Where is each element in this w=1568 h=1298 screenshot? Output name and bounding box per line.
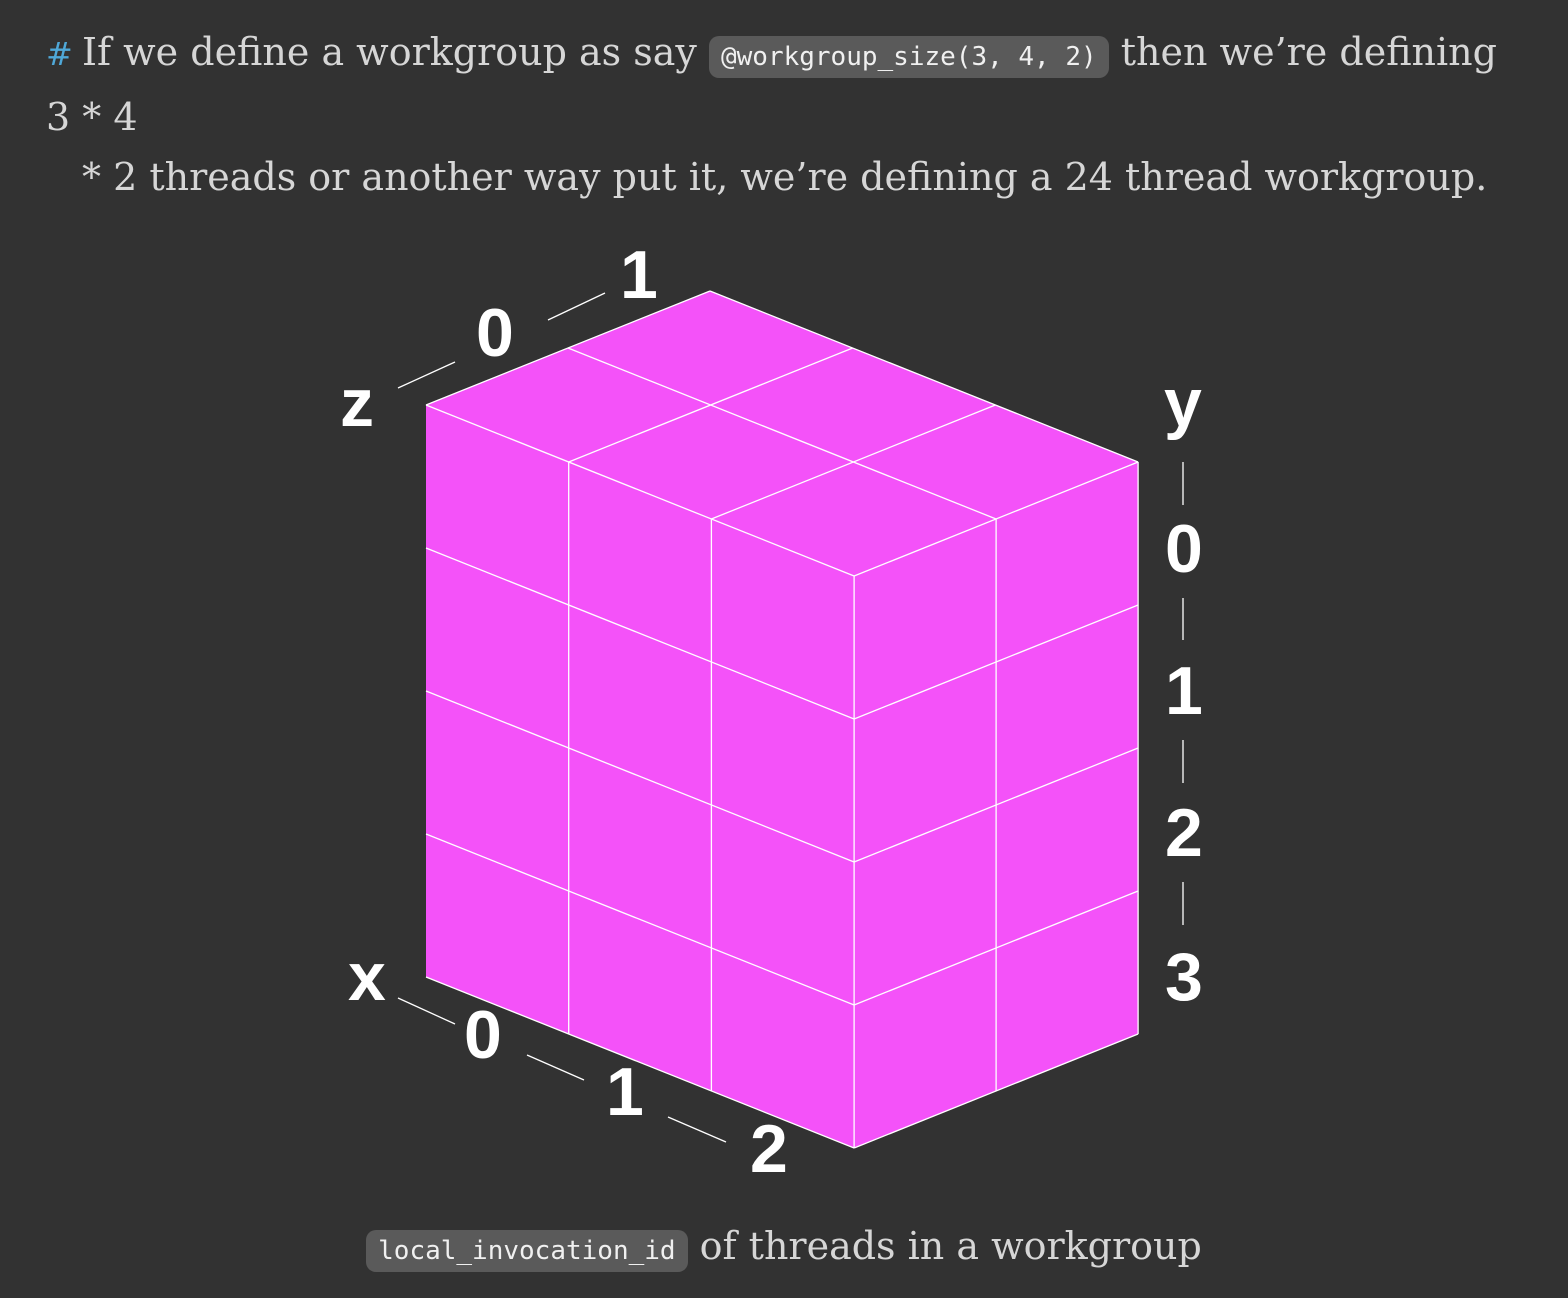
axis-connector-line bbox=[667, 1116, 727, 1143]
workgroup-cube-diagram: z 0 1 y 0 1 2 3 x 0 1 2 bbox=[340, 237, 1203, 1187]
axis-name-x: x bbox=[348, 939, 386, 1015]
axis-x-tick-2: 2 bbox=[750, 1111, 788, 1187]
axis-y-tick-1: 1 bbox=[1165, 653, 1203, 729]
axis-y-tick-3: 3 bbox=[1165, 939, 1203, 1015]
axis-z-tick-0: 0 bbox=[476, 295, 514, 371]
axis-connector-line bbox=[547, 292, 606, 321]
axis-y-tick-0: 0 bbox=[1165, 511, 1203, 587]
axis-x-tick-1: 1 bbox=[606, 1054, 644, 1130]
figure-caption: local_invocation_id of threads in a work… bbox=[0, 1224, 1568, 1272]
axis-z-tick-1: 1 bbox=[620, 237, 658, 313]
axis-connector-line bbox=[526, 1054, 585, 1081]
caption-text: of threads in a workgroup bbox=[699, 1224, 1202, 1268]
axis-x-tick-0: 0 bbox=[464, 997, 502, 1073]
inline-code-local-invocation-id: local_invocation_id bbox=[366, 1230, 688, 1272]
axis-y-tick-2: 2 bbox=[1165, 795, 1203, 871]
axis-name-y: y bbox=[1164, 365, 1202, 441]
axis-name-z: z bbox=[340, 365, 374, 441]
axis-connector-line bbox=[397, 361, 456, 389]
axis-connector-line bbox=[397, 997, 456, 1025]
